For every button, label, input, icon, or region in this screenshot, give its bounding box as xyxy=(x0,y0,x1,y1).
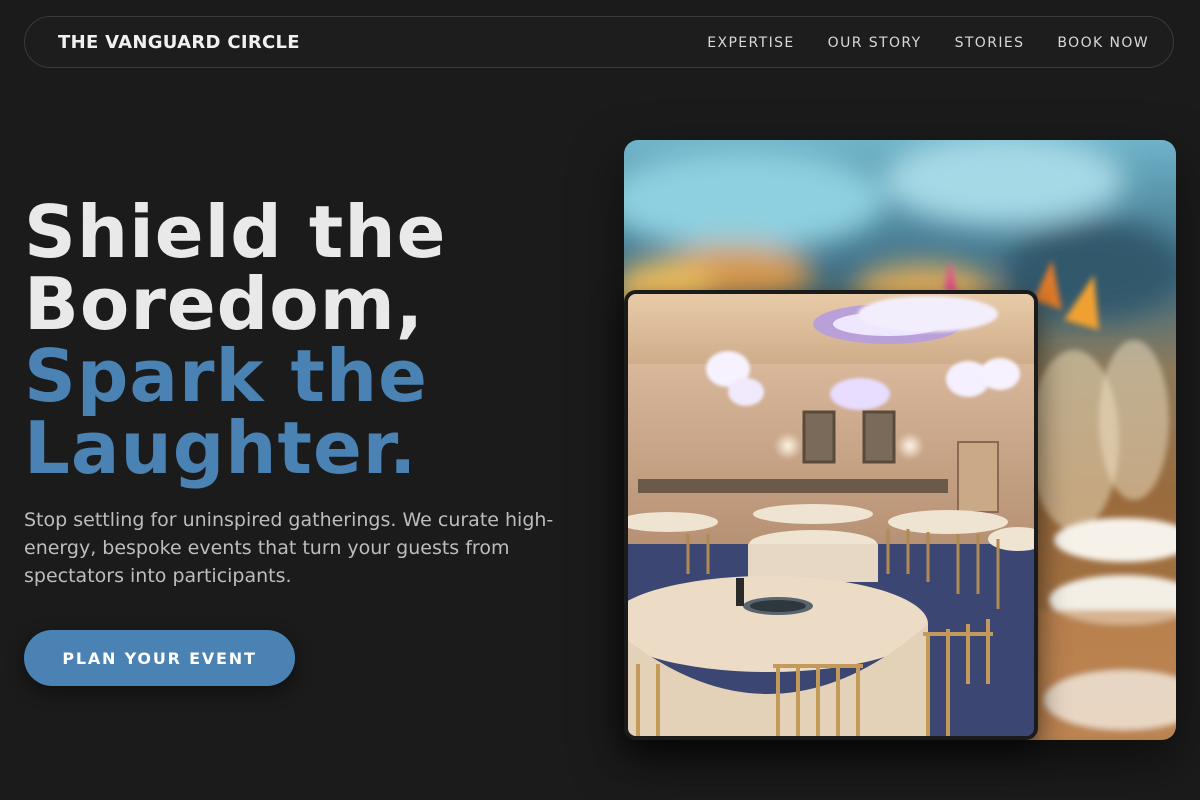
headline-accent-line-2: Laughter. xyxy=(24,406,418,490)
ballroom-photo xyxy=(624,290,1038,740)
top-nav: THE VANGUARD CIRCLE EXPERTISE OUR STORY … xyxy=(24,16,1174,68)
headline-line-1: Shield the xyxy=(24,190,447,274)
nav-link-our-story[interactable]: OUR STORY xyxy=(828,17,922,69)
hero-subtext: Stop settling for uninspired gatherings.… xyxy=(24,509,554,587)
nav-links: EXPERTISE OUR STORY STORIES BOOK NOW xyxy=(674,17,1149,69)
brand-logo[interactable]: THE VANGUARD CIRCLE xyxy=(58,17,300,69)
headline-line-2: Boredom, xyxy=(24,262,425,346)
hero-headline: Shield the Boredom, Spark the Laughter. xyxy=(24,196,446,484)
headline-accent-line-1: Spark the xyxy=(24,334,428,418)
nav-link-expertise[interactable]: EXPERTISE xyxy=(707,17,794,69)
plan-event-button[interactable]: PLAN YOUR EVENT xyxy=(24,630,295,686)
nav-link-book-now[interactable]: BOOK NOW xyxy=(1057,17,1149,69)
nav-link-stories[interactable]: STORIES xyxy=(955,17,1025,69)
